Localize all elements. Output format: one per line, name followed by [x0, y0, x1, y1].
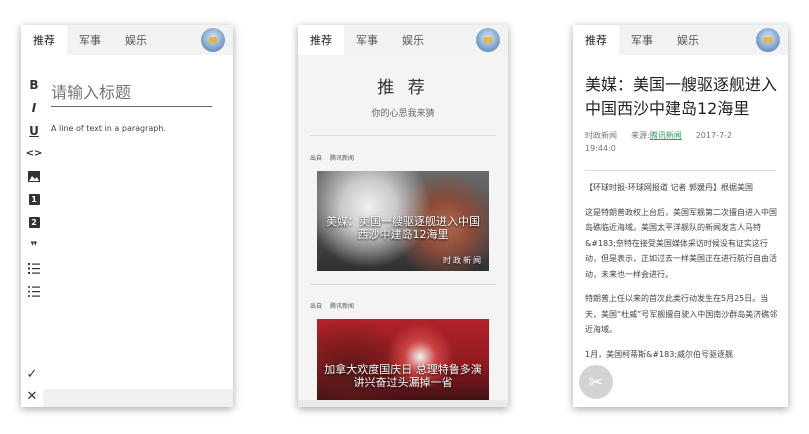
ordered-list-icon[interactable]	[25, 257, 43, 280]
underline-icon[interactable]: U	[25, 119, 43, 142]
divider	[585, 170, 776, 171]
tab-bar: 推荐 军事 娱乐	[21, 25, 233, 55]
title-input[interactable]	[51, 81, 212, 107]
format-toolbar: B I U <> 1 2 ❞	[25, 73, 43, 303]
quote-icon[interactable]: ❞	[25, 234, 43, 257]
card-meta: 出自 腾讯新闻	[310, 301, 496, 310]
card-tag: 时政新闻	[443, 256, 483, 265]
avatar[interactable]	[476, 28, 500, 52]
feed-header: 推 荐 你的心思我来猜	[298, 55, 508, 135]
card-headline: 加拿大欢度国庆日 总理特鲁多演讲兴奋过头漏掉一省	[324, 363, 482, 389]
heading1-icon[interactable]: 1	[25, 188, 43, 211]
tab-recommend[interactable]: 推荐	[573, 25, 619, 55]
source-label: 来源:	[631, 131, 650, 140]
close-icon[interactable]: ✕	[21, 385, 43, 407]
article-body: 【环球时报-环球网报道 记者 郭媛丹】根据美国 这是特朗普政权上台后，美国军舰第…	[585, 180, 778, 371]
article-paragraph: 【环球时报-环球网报道 记者 郭媛丹】根据美国	[585, 183, 753, 192]
article-title: 美媒：美国一艘驱逐舰进入中国西沙中建岛12海里	[585, 75, 778, 118]
article-category: 时政新闻	[585, 131, 617, 140]
scissors-icon[interactable]: ✂	[579, 365, 613, 399]
card-headline: 美媒：美国一艘驱逐舰进入中国西沙中建岛12海里	[326, 215, 480, 241]
heading1-label: 1	[28, 194, 40, 205]
tab-military[interactable]: 军事	[619, 25, 665, 55]
source-link[interactable]: 腾讯新闻	[650, 131, 682, 140]
bottom-strip	[43, 389, 233, 407]
stage: 推荐 军事 娱乐 B I U <> 1 2 ❞ A line of text i…	[0, 0, 809, 434]
card-image[interactable]: 美媒：美国一艘驱逐舰进入中国西沙中建岛12海里 时政新闻	[317, 171, 489, 271]
bottom-actions: ✓ ✕	[21, 363, 43, 407]
article-paragraph: 这是特朗普政权上台后，美国军舰第二次擅自进入中国岛礁临近海域。美国太平洋舰队的新…	[585, 207, 777, 279]
article-date: 2017-7-2	[695, 131, 733, 140]
feed-screen: 推荐 军事 娱乐 推 荐 你的心思我来猜 出自 腾讯新闻 美媒：美国一艘驱逐舰进入…	[298, 25, 508, 407]
image-icon[interactable]	[25, 165, 43, 188]
news-card[interactable]: 出自 腾讯新闻 美媒：美国一艘驱逐舰进入中国西沙中建岛12海里 时政新闻	[310, 153, 496, 271]
divider	[310, 284, 496, 285]
tab-bar: 推荐 军事 娱乐	[573, 25, 788, 55]
card-meta: 出自 腾讯新闻	[310, 153, 496, 162]
tab-entertainment[interactable]: 娱乐	[113, 25, 159, 55]
tab-entertainment[interactable]: 娱乐	[665, 25, 711, 55]
feed-title: 推 荐	[377, 78, 429, 98]
avatar[interactable]	[201, 28, 225, 52]
card-image[interactable]: 加拿大欢度国庆日 总理特鲁多演讲兴奋过头漏掉一省	[317, 319, 489, 403]
from-label: 出自	[310, 303, 323, 310]
paragraph-text[interactable]: A line of text in a paragraph.	[51, 124, 166, 133]
heading2-icon[interactable]: 2	[25, 211, 43, 234]
article-meta: 时政新闻 来源:腾讯新闻 2017-7-2 19:44:0	[585, 129, 777, 155]
tab-military[interactable]: 军事	[67, 25, 113, 55]
heading2-label: 2	[28, 217, 40, 228]
news-card[interactable]: 出自 腾讯新闻 加拿大欢度国庆日 总理特鲁多演讲兴奋过头漏掉一省	[310, 301, 496, 403]
tab-recommend[interactable]: 推荐	[21, 25, 67, 55]
code-icon[interactable]: <>	[25, 142, 43, 165]
article-time: 19:44:0	[585, 144, 616, 153]
unordered-list-icon[interactable]	[25, 280, 43, 303]
editor-screen: 推荐 军事 娱乐 B I U <> 1 2 ❞ A line of text i…	[21, 25, 233, 407]
article-paragraph: 1月，美国柯蒂斯&#183;威尔伯号驱逐舰	[585, 349, 733, 359]
article-paragraph: 特朗普上任以来的首次此类行动发生在5月25日。当天，美国“杜威”号军舰擅自驶入中…	[585, 294, 778, 334]
check-icon[interactable]: ✓	[21, 363, 43, 385]
italic-icon[interactable]: I	[25, 96, 43, 119]
avatar[interactable]	[756, 28, 780, 52]
bold-icon[interactable]: B	[25, 73, 43, 96]
from-label: 出自	[310, 155, 323, 162]
feed-subtitle: 你的心思我来猜	[371, 109, 435, 119]
tab-bar: 推荐 军事 娱乐	[298, 25, 508, 55]
tab-entertainment[interactable]: 娱乐	[390, 25, 436, 55]
bottom-strip	[298, 400, 508, 407]
tab-recommend[interactable]: 推荐	[298, 25, 344, 55]
article-screen: 推荐 军事 娱乐 美媒：美国一艘驱逐舰进入中国西沙中建岛12海里 时政新闻 来源:…	[573, 25, 788, 407]
source-name: 腾讯新闻	[330, 303, 355, 310]
tab-military[interactable]: 军事	[344, 25, 390, 55]
divider	[310, 135, 496, 136]
source-name: 腾讯新闻	[330, 155, 355, 162]
